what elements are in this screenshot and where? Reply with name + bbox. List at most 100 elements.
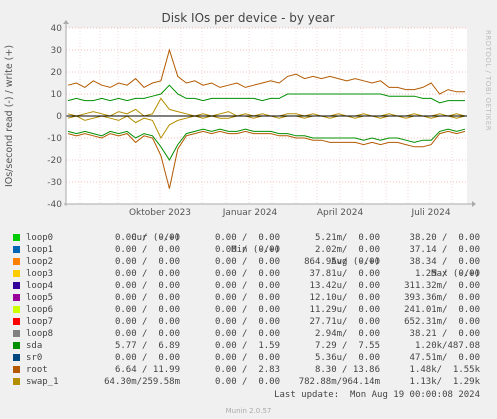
legend-loop1-avg: 2.02m/ 0.00 bbox=[314, 245, 380, 255]
legend-swatch-loop6 bbox=[13, 306, 20, 313]
y-tick-label: -10 bbox=[47, 134, 62, 144]
legend-loop6-cur: 0.00 / 0.00 bbox=[114, 305, 180, 315]
legend-loop2-avg: 864.95u/ 0.00 bbox=[304, 257, 380, 267]
legend-loop0-min: 0.00 / 0.00 bbox=[214, 233, 280, 243]
legend-loop3-avg: 37.81u/ 0.00 bbox=[309, 269, 380, 279]
legend-loop1-max: 37.14 / 0.00 bbox=[409, 245, 480, 255]
y-tick-label: -20 bbox=[47, 156, 62, 166]
chart-title: Disk IOs per device - by year bbox=[161, 11, 334, 25]
legend-loop5-name: loop5 bbox=[26, 293, 54, 303]
legend-root-max: 1.48k/ 1.55k bbox=[409, 365, 480, 375]
legend-swap_1-avg: 782.88m/964.14m bbox=[298, 377, 380, 387]
legend-loop0-name: loop0 bbox=[26, 233, 54, 243]
legend-row-loop0: loop0 0.00 / 0.00 0.00 / 0.00 5.21m/ 0.00 38… bbox=[0, 232, 497, 244]
last-update: Last update: Mon Aug 19 00:00:08 2024 bbox=[274, 390, 480, 400]
legend-row-loop7: loop7 0.00 / 0.00 0.00 / 0.00 27.71u/ 0.00 6… bbox=[0, 316, 497, 328]
legend-row-sr0: sr0 0.00 / 0.00 0.00 / 0.00 5.36u/ 0.00 47.5… bbox=[0, 352, 497, 364]
legend-swatch-sda bbox=[13, 342, 20, 349]
legend-loop2-min: 0.00 / 0.00 bbox=[214, 257, 280, 267]
legend-row-loop8: loop8 0.00 / 0.00 0.00 / 0.00 2.94m/ 0.00 38… bbox=[0, 328, 497, 340]
x-tick-labels: Oktober 2023 Januar 2024 April 2024 Juli 20… bbox=[129, 208, 451, 218]
y-tick-label: 20 bbox=[51, 68, 63, 78]
y-tick-label: 0 bbox=[56, 112, 62, 122]
x-tick-label: Juli 2024 bbox=[410, 208, 450, 218]
legend-loop7-max: 652.31m/ 0.00 bbox=[404, 317, 480, 327]
legend-root-cur: 6.64 / 11.99 bbox=[114, 365, 180, 375]
legend-loop4-cur: 0.00 / 0.00 bbox=[114, 281, 180, 291]
x-tick-label: Januar 2024 bbox=[222, 208, 278, 218]
legend-loop5-avg: 12.10u/ 0.00 bbox=[309, 293, 380, 303]
legend-loop4-max: 311.32m/ 0.00 bbox=[404, 281, 480, 291]
legend-sr0-cur: 0.00 / 0.00 bbox=[114, 353, 180, 363]
legend-loop8-avg: 2.94m/ 0.00 bbox=[314, 329, 380, 339]
legend-loop5-max: 393.36m/ 0.00 bbox=[404, 293, 480, 303]
legend-loop4-name: loop4 bbox=[26, 281, 54, 291]
legend-sda-max: 1.20k/487.08 bbox=[414, 341, 480, 351]
legend-loop3-max: 1.25 / 0.00 bbox=[414, 269, 480, 279]
legend-row-sda: sda 5.77 / 6.89 0.00 / 1.59 7.29 / 7.55 1.20… bbox=[0, 340, 497, 352]
legend-swap_1-name: swap_1 bbox=[26, 377, 59, 387]
legend-root-min: 0.00 / 2.83 bbox=[214, 365, 280, 375]
y-tick-label: -40 bbox=[47, 200, 62, 210]
y-tick-label: 30 bbox=[51, 46, 63, 56]
legend-loop5-cur: 0.00 / 0.00 bbox=[114, 293, 180, 303]
legend-swatch-sr0 bbox=[13, 354, 20, 361]
legend-loop3-min: 0.00 / 0.00 bbox=[214, 269, 280, 279]
legend-loop8-max: 38.21 / 0.00 bbox=[409, 329, 480, 339]
legend-swatch-loop1 bbox=[13, 246, 20, 253]
y-tick-label: -30 bbox=[47, 178, 62, 188]
rrdtool-credit: RRDTOOL / TOBI OETIKER bbox=[484, 30, 492, 131]
legend-row-loop1: loop1 0.00 / 0.00 0.00 / 0.00 2.02m/ 0.00 37… bbox=[0, 244, 497, 256]
legend-sda-cur: 5.77 / 6.89 bbox=[114, 341, 180, 351]
legend-loop5-min: 0.00 / 0.00 bbox=[214, 293, 280, 303]
legend-loop6-name: loop6 bbox=[26, 305, 54, 315]
legend-loop0-max: 38.20 / 0.00 bbox=[409, 233, 480, 243]
legend-loop7-name: loop7 bbox=[26, 317, 54, 327]
legend-loop1-name: loop1 bbox=[26, 245, 54, 255]
legend-loop1-min: 0.00 / 0.00 bbox=[214, 245, 280, 255]
legend-loop4-avg: 13.42u/ 0.00 bbox=[309, 281, 380, 291]
legend-loop8-name: loop8 bbox=[26, 329, 54, 339]
legend-loop0-avg: 5.21m/ 0.00 bbox=[314, 233, 380, 243]
legend-sr0-max: 47.51m/ 0.00 bbox=[409, 353, 480, 363]
munin-version: Munin 2.0.57 bbox=[225, 407, 272, 415]
legend-swatch-loop0 bbox=[13, 234, 20, 241]
legend-swatch-swap_1 bbox=[13, 378, 20, 385]
legend-swatch-loop3 bbox=[13, 270, 20, 277]
legend-row-loop3: loop3 0.00 / 0.00 0.00 / 0.00 37.81u/ 0.00 1… bbox=[0, 268, 497, 280]
legend-swatch-loop8 bbox=[13, 330, 20, 337]
legend-loop2-name: loop2 bbox=[26, 257, 54, 267]
legend-sr0-min: 0.00 / 0.00 bbox=[214, 353, 280, 363]
legend-swap_1-min: 0.00 / 0.00 bbox=[214, 377, 280, 387]
legend-loop6-min: 0.00 / 0.00 bbox=[214, 305, 280, 315]
y-tick-labels: 40 30 20 10 0 -10 -20 -30 -40 bbox=[47, 24, 62, 210]
legend-row-loop2: loop2 0.00 / 0.00 0.00 / 0.00 864.95u/ 0.00… bbox=[0, 256, 497, 268]
legend-loop7-avg: 27.71u/ 0.00 bbox=[309, 317, 380, 327]
y-tick-label: 40 bbox=[51, 24, 63, 34]
y-tick-label: 10 bbox=[51, 90, 63, 100]
legend-loop7-cur: 0.00 / 0.00 bbox=[114, 317, 180, 327]
legend-header: Cur (-/+) Min (-/+) Avg (-/+) Max (-/+) bbox=[0, 220, 497, 279]
legend-loop1-cur: 0.00 / 0.00 bbox=[114, 245, 180, 255]
legend-loop6-max: 241.01m/ 0.00 bbox=[404, 305, 480, 315]
legend-loop3-cur: 0.00 / 0.00 bbox=[114, 269, 180, 279]
legend-loop8-cur: 0.00 / 0.00 bbox=[114, 329, 180, 339]
x-tick-label: Oktober 2023 bbox=[129, 208, 191, 218]
legend-loop3-name: loop3 bbox=[26, 269, 54, 279]
legend-loop6-avg: 11.29u/ 0.00 bbox=[309, 305, 380, 315]
legend-row-loop5: loop5 0.00 / 0.00 0.00 / 0.00 12.10u/ 0.00 3… bbox=[0, 292, 497, 304]
legend-sr0-name: sr0 bbox=[26, 353, 43, 363]
y-axis-label: IOs/second read (-) / write (+) bbox=[4, 45, 15, 187]
legend-loop2-max: 38.34 / 0.00 bbox=[409, 257, 480, 267]
legend-loop2-cur: 0.00 / 0.00 bbox=[114, 257, 180, 267]
legend-row-loop6: loop6 0.00 / 0.00 0.00 / 0.00 11.29u/ 0.00 2… bbox=[0, 304, 497, 316]
x-tick-label: April 2024 bbox=[317, 208, 364, 218]
legend-sda-min: 0.00 / 1.59 bbox=[214, 341, 280, 351]
legend-row-root: root 6.64 / 11.99 0.00 / 2.83 8.30 / 13.86 1… bbox=[0, 364, 497, 376]
legend-swap_1-max: 1.13k/ 1.29k bbox=[409, 377, 480, 387]
legend-sda-name: sda bbox=[26, 341, 43, 351]
legend-loop4-min: 0.00 / 0.00 bbox=[214, 281, 280, 291]
legend-row-swap_1: swap_1 64.30m/259.58m 0.00 / 0.00 782.88m/9… bbox=[0, 376, 497, 388]
legend-loop7-min: 0.00 / 0.00 bbox=[214, 317, 280, 327]
legend-root-avg: 8.30 / 13.86 bbox=[314, 365, 380, 375]
